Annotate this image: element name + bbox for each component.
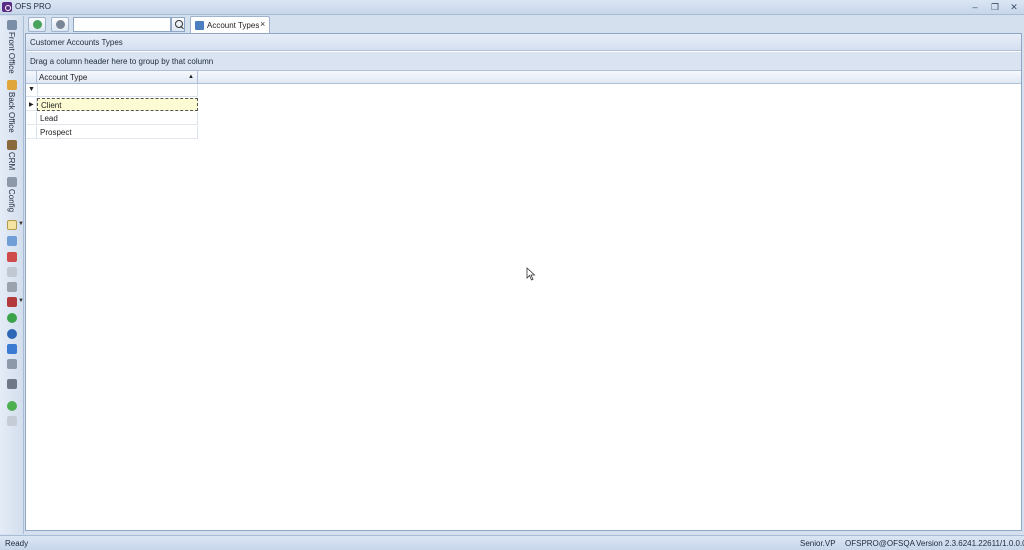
side-nav-label: CRM [7,152,16,171]
help-icon[interactable] [7,401,17,411]
close-tab-icon[interactable]: × [260,19,265,29]
window-title: OFS PRO [15,2,52,11]
minimize-button[interactable]: – [968,1,982,13]
monitor-icon[interactable] [7,379,17,389]
table-row[interactable]: ▶ Client [26,98,198,111]
calculator-icon[interactable] [7,359,17,369]
globe-icon[interactable] [7,329,17,339]
back-office-icon [7,80,17,90]
main-panel: Customer Accounts Types Drag a column he… [25,33,1022,531]
delete-grid-icon[interactable] [7,252,17,262]
windows-icon[interactable] [7,344,17,354]
export-dropdown-icon[interactable]: ▼ [18,298,24,304]
wrench-icon [7,177,17,187]
print-icon[interactable] [7,282,17,292]
tab-account-types[interactable]: Account Types × [190,16,270,33]
table-cell[interactable]: Client [37,98,198,111]
row-indicator-icon: ▶ [26,98,37,111]
side-nav-label: Config [7,189,16,213]
table-row[interactable]: Lead [26,112,198,125]
new-document-dropdown-icon[interactable]: ▼ [18,221,24,227]
tools-button[interactable] [51,17,69,32]
left-sidebar: Front Office Back Office CRM Config ▼ ▼ [0,16,24,534]
home-button[interactable] [28,17,46,32]
restore-button[interactable]: ❐ [988,1,1002,13]
search-input[interactable] [73,17,171,32]
table-row[interactable]: Prospect [26,126,198,139]
close-button[interactable]: ✕ [1007,1,1021,13]
app-logo-icon [2,2,12,12]
search-icon[interactable] [171,17,185,32]
export-icon[interactable] [7,297,17,307]
recycle-icon [33,20,42,29]
row-indicator [26,126,37,139]
front-office-icon [7,20,17,30]
account-types-icon [195,21,204,30]
toolbar: Account Types × [25,16,1024,33]
refresh-icon[interactable] [7,313,17,323]
status-bar: Ready Senior.VP OFSPRO@OFSQA Version 2.3… [0,535,1024,550]
crm-icon [7,140,17,150]
side-nav-label: Back Office [7,92,16,133]
title-bar: OFS PRO – ❐ ✕ [0,0,1024,15]
sort-ascending-icon: ▲ [188,74,194,80]
column-header-account-type[interactable]: Account Type ▲ [37,71,198,84]
table-cell[interactable]: Lead [37,112,198,125]
status-user: Senior.VP [800,539,836,548]
filter-input[interactable] [37,84,198,97]
tab-label: Account Types [207,21,260,30]
grid-header: Account Type ▲ [26,71,1021,84]
group-by-panel[interactable]: Drag a column header here to group by th… [26,52,1021,71]
tools-icon [56,20,65,29]
table-cell[interactable]: Prospect [37,126,198,139]
column-header-label: Account Type [39,73,88,82]
filter-row: ▼ [26,84,198,97]
side-nav-label: Front Office [7,32,16,74]
row-indicator [26,112,37,125]
copy-icon[interactable] [7,267,17,277]
new-document-icon[interactable] [7,220,17,230]
grid-view-icon[interactable] [7,236,17,246]
filter-icon[interactable]: ▼ [28,86,35,93]
status-connection: OFSPRO@OFSQA [845,539,915,548]
panel-caption: Customer Accounts Types [26,34,1021,51]
mail-icon[interactable] [7,416,17,426]
status-version: Version 2.3.6241.22611/1.0.0.0 [916,539,1024,548]
row-indicator-header [26,71,37,84]
status-text: Ready [5,539,29,548]
